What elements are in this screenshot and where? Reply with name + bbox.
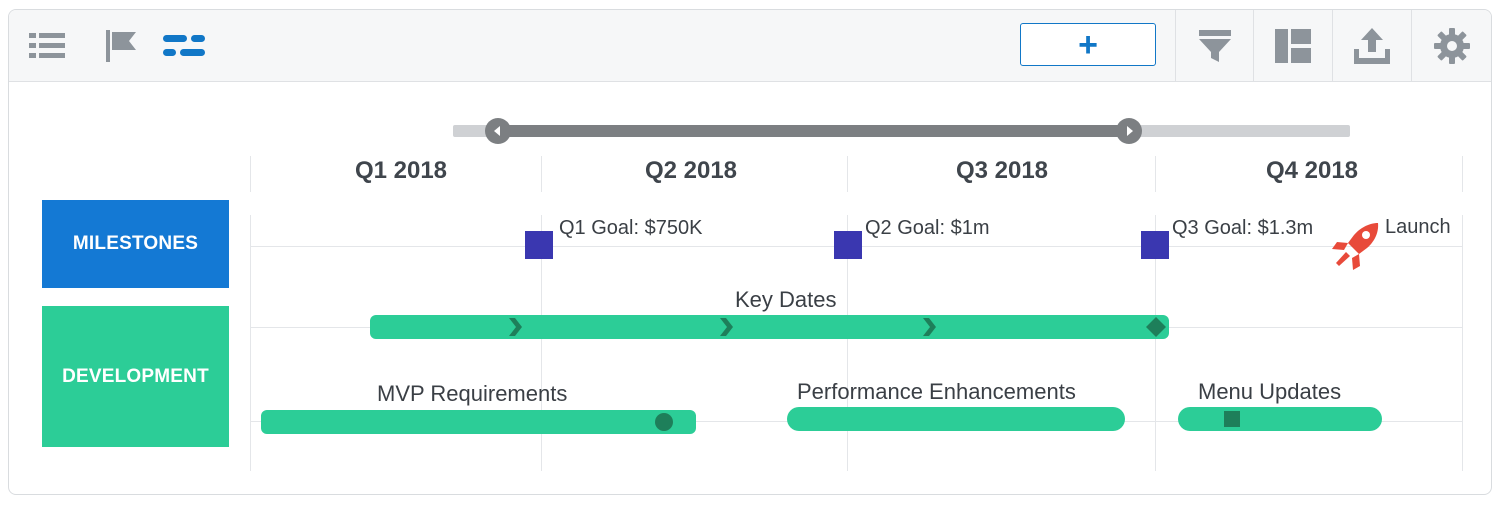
lane-label-text: MILESTONES — [72, 233, 199, 254]
layout-icon[interactable] — [1254, 10, 1332, 81]
milestone-marker[interactable] — [525, 231, 553, 259]
roadmap-panel: + Q1 2018 Q2 2018 Q3 2018 Q4 2018 MILEST… — [8, 9, 1492, 495]
grid-line — [250, 215, 251, 471]
milestone-label: Launch — [1385, 216, 1451, 238]
lane-label-milestones[interactable]: MILESTONES — [42, 200, 229, 288]
settings-icon[interactable] — [1412, 10, 1491, 81]
lane-label-text: DEVELOPMENT — [62, 365, 209, 387]
quarter-header-q3: Q3 2018 — [955, 157, 1049, 184]
toolbar: + — [9, 10, 1491, 82]
arrow-right-icon — [1127, 126, 1133, 136]
timeline-range-selected — [499, 125, 1129, 137]
list-view-icon[interactable] — [25, 10, 69, 81]
milestone-marker[interactable] — [1141, 231, 1169, 259]
grid-line — [1462, 156, 1463, 192]
bar-label: MVP Requirements — [377, 381, 568, 406]
arrow-left-icon — [494, 126, 500, 136]
bar-label: Menu Updates — [1198, 379, 1342, 404]
milestone-label: Q3 Goal: $1.3m — [1172, 217, 1314, 239]
quarter-header-q1: Q1 2018 — [354, 157, 448, 184]
grid-line — [1155, 156, 1156, 192]
milestone-flag-icon[interactable] — [99, 10, 143, 81]
filter-icon[interactable] — [1176, 10, 1253, 81]
chevron-right-icon — [923, 318, 936, 336]
key-dates-bar[interactable] — [370, 315, 1169, 339]
grid-line — [250, 156, 251, 192]
milestone-marker[interactable] — [834, 231, 862, 259]
lane-label-development[interactable]: DEVELOPMENT — [42, 306, 229, 447]
range-start-handle[interactable] — [485, 118, 511, 144]
bar-label: Key Dates — [735, 287, 837, 312]
grid-line — [847, 156, 848, 192]
range-end-handle[interactable] — [1116, 118, 1142, 144]
mvp-requirements-bar[interactable] — [261, 410, 696, 434]
add-plus-label: + — [1078, 25, 1098, 64]
add-item-button[interactable]: + — [1020, 23, 1156, 66]
quarter-header-q4: Q4 2018 — [1265, 157, 1359, 184]
milestone-label: Q1 Goal: $750K — [559, 217, 703, 239]
milestone-label: Q2 Goal: $1m — [865, 217, 990, 239]
performance-enhancements-bar[interactable] — [787, 407, 1125, 431]
chevron-right-icon — [720, 318, 733, 336]
rocket-icon[interactable] — [1331, 221, 1383, 271]
square-marker-icon — [1224, 411, 1240, 427]
bar-label: Performance Enhancements — [797, 379, 1076, 404]
circle-marker-icon — [655, 413, 673, 431]
quarter-header-q2: Q2 2018 — [644, 157, 738, 184]
timeline-view-icon[interactable] — [161, 10, 207, 81]
chevron-right-icon — [509, 318, 522, 336]
menu-updates-bar[interactable] — [1178, 407, 1382, 431]
grid-line — [1462, 215, 1463, 471]
grid-line — [541, 156, 542, 192]
diamond-icon — [1146, 317, 1166, 337]
export-icon[interactable] — [1333, 10, 1411, 81]
